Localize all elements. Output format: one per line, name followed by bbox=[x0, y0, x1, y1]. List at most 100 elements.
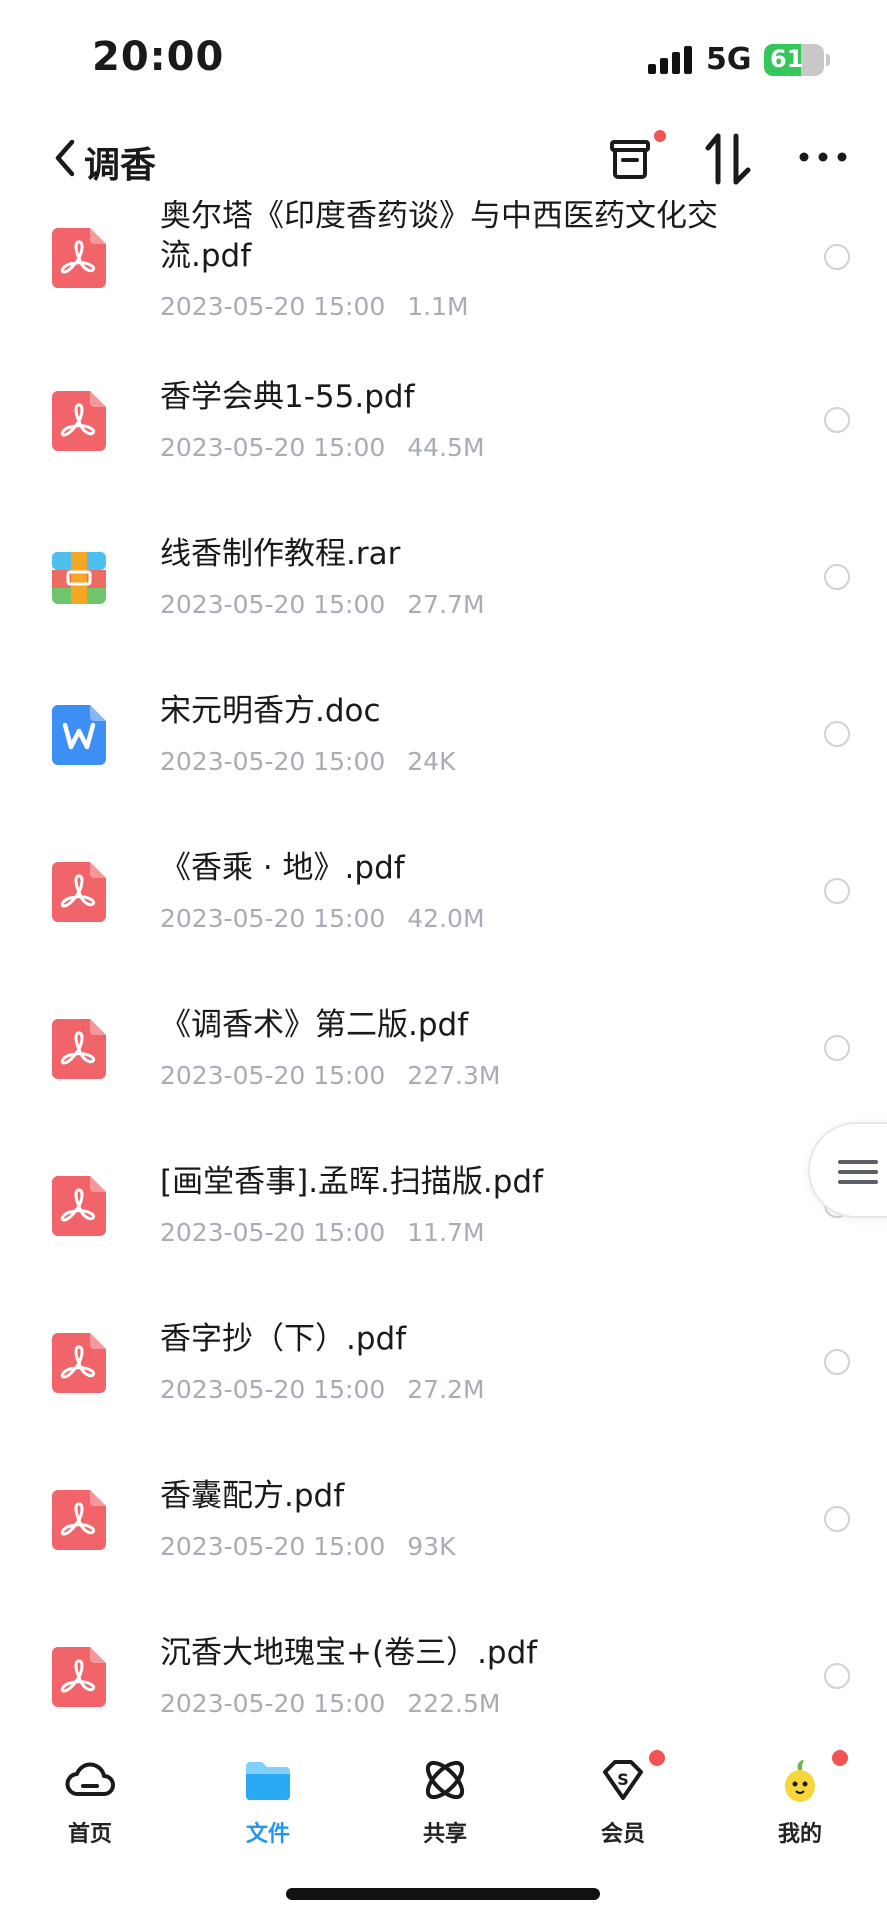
nav-label: 文件 bbox=[245, 1822, 290, 1847]
select-radio[interactable] bbox=[824, 1506, 850, 1532]
network-type: 5G bbox=[706, 42, 752, 77]
file-name: 宋元明香方.doc bbox=[160, 693, 381, 729]
file-name: 沉香大地瑰宝+(卷三）.pdf bbox=[160, 1635, 538, 1671]
file-name: 香字抄（下）.pdf bbox=[160, 1321, 407, 1357]
share-orbit-icon bbox=[425, 1760, 465, 1800]
file-size: 11.7M bbox=[407, 1218, 485, 1247]
file-size: 24K bbox=[407, 747, 456, 776]
pdf-file-icon bbox=[52, 862, 106, 922]
select-radio[interactable] bbox=[824, 878, 850, 904]
select-radio[interactable] bbox=[824, 244, 850, 270]
home-indicator bbox=[286, 1888, 600, 1900]
file-size: 222.5M bbox=[407, 1689, 501, 1718]
select-radio[interactable] bbox=[824, 1663, 850, 1689]
menu-line bbox=[838, 1160, 878, 1164]
pdf-file-icon bbox=[52, 391, 106, 451]
more-icon[interactable] bbox=[798, 150, 848, 164]
select-radio[interactable] bbox=[824, 407, 850, 433]
file-date: 2023-05-20 15:00 bbox=[160, 1375, 386, 1404]
select-radio[interactable] bbox=[824, 1035, 850, 1061]
file-name: [画堂香事].孟晖.扫描版.pdf bbox=[160, 1164, 544, 1200]
file-date: 2023-05-20 15:00 bbox=[160, 1532, 386, 1561]
cloud-icon bbox=[65, 1762, 115, 1796]
nav-badge bbox=[647, 1748, 667, 1768]
header-bar: 调香 bbox=[0, 120, 887, 200]
file-meta: 2023-05-20 15:00 11.7M bbox=[160, 1218, 485, 1247]
file-row[interactable]: 奥尔塔《印度香药谈》与中西医药文化交流.pdf 2023-05-20 15:00… bbox=[0, 200, 887, 353]
nav-item[interactable]: 共享 bbox=[385, 1740, 505, 1850]
pdf-file-icon bbox=[52, 1647, 106, 1707]
file-row[interactable]: 《香乘 · 地》.pdf 2023-05-20 15:00 42.0M bbox=[0, 832, 887, 989]
file-row[interactable]: 《调香术》第二版.pdf 2023-05-20 15:00 227.3M bbox=[0, 989, 887, 1146]
file-row[interactable]: 宋元明香方.doc 2023-05-20 15:00 24K bbox=[0, 675, 887, 832]
nav-item[interactable]: 文件 bbox=[208, 1740, 328, 1850]
file-row[interactable]: [画堂香事].孟晖.扫描版.pdf 2023-05-20 15:00 11.7M bbox=[0, 1146, 887, 1303]
bottom-nav: 首页 文件 共享 S 会员 我的 bbox=[0, 1730, 887, 1860]
nav-item[interactable]: S 会员 bbox=[563, 1740, 683, 1850]
select-radio[interactable] bbox=[824, 1349, 850, 1375]
pdf-file-icon bbox=[52, 228, 106, 288]
rar-file-icon bbox=[52, 552, 106, 604]
file-list: 奥尔塔《印度香药谈》与中西医药文化交流.pdf 2023-05-20 15:00… bbox=[0, 200, 887, 1730]
file-date: 2023-05-20 15:00 bbox=[160, 747, 386, 776]
file-name: 香囊配方.pdf bbox=[160, 1478, 345, 1514]
status-bar: 20:00 5G 61 bbox=[0, 0, 887, 110]
file-name: 香学会典1-55.pdf bbox=[160, 379, 415, 415]
nav-label: 会员 bbox=[600, 1822, 645, 1847]
pdf-file-icon bbox=[52, 1019, 106, 1079]
file-size: 93K bbox=[407, 1532, 456, 1561]
file-name: 《调香术》第二版.pdf bbox=[160, 1007, 469, 1043]
status-time: 20:00 bbox=[92, 34, 225, 80]
file-name: 《香乘 · 地》.pdf bbox=[160, 850, 405, 886]
file-date: 2023-05-20 15:00 bbox=[160, 433, 386, 462]
select-radio[interactable] bbox=[824, 721, 850, 747]
file-row[interactable]: 香字抄（下）.pdf 2023-05-20 15:00 27.2M bbox=[0, 1303, 887, 1460]
signal-icon bbox=[648, 46, 694, 74]
file-date: 2023-05-20 15:00 bbox=[160, 292, 386, 321]
pdf-file-icon bbox=[52, 1333, 106, 1393]
nav-item[interactable]: 首页 bbox=[30, 1740, 150, 1850]
file-meta: 2023-05-20 15:00 27.2M bbox=[160, 1375, 485, 1404]
file-row[interactable]: 线香制作教程.rar 2023-05-20 15:00 27.7M bbox=[0, 518, 887, 675]
file-date: 2023-05-20 15:00 bbox=[160, 1689, 386, 1718]
file-meta: 2023-05-20 15:00 222.5M bbox=[160, 1689, 500, 1718]
file-meta: 2023-05-20 15:00 27.7M bbox=[160, 590, 485, 619]
menu-line bbox=[838, 1180, 878, 1184]
nav-badge bbox=[830, 1748, 850, 1768]
avatar-icon bbox=[785, 1760, 815, 1802]
file-date: 2023-05-20 15:00 bbox=[160, 1061, 386, 1090]
file-size: 27.7M bbox=[407, 590, 485, 619]
battery-cap bbox=[826, 54, 830, 66]
nav-label: 首页 bbox=[67, 1822, 112, 1847]
file-meta: 2023-05-20 15:00 24K bbox=[160, 747, 456, 776]
file-date: 2023-05-20 15:00 bbox=[160, 1218, 386, 1247]
file-row[interactable]: 香囊配方.pdf 2023-05-20 15:00 93K bbox=[0, 1460, 887, 1617]
battery-percent: 61 bbox=[770, 45, 804, 73]
file-size: 42.0M bbox=[407, 904, 485, 933]
archive-badge bbox=[652, 128, 668, 144]
page-title: 调香 bbox=[84, 145, 157, 186]
select-radio[interactable] bbox=[824, 564, 850, 590]
file-name: 线香制作教程.rar bbox=[160, 536, 401, 572]
pdf-file-icon bbox=[52, 1176, 106, 1236]
vip-diamond-icon: S bbox=[603, 1760, 643, 1800]
sort-icon[interactable] bbox=[702, 130, 754, 188]
menu-line bbox=[838, 1170, 878, 1174]
file-size: 227.3M bbox=[407, 1061, 501, 1090]
file-name: 奥尔塔《印度香药谈》与中西医药文化交流.pdf bbox=[160, 200, 718, 274]
file-meta: 2023-05-20 15:00 1.1M bbox=[160, 292, 469, 321]
file-size: 27.2M bbox=[407, 1375, 485, 1404]
nav-item[interactable]: 我的 bbox=[740, 1740, 860, 1850]
file-row[interactable]: 沉香大地瑰宝+(卷三）.pdf 2023-05-20 15:00 222.5M bbox=[0, 1617, 887, 1730]
pdf-file-icon bbox=[52, 1490, 106, 1550]
file-date: 2023-05-20 15:00 bbox=[160, 904, 386, 933]
file-size: 44.5M bbox=[407, 433, 485, 462]
file-date: 2023-05-20 15:00 bbox=[160, 590, 386, 619]
file-browser-screen: 20:00 5G 61 调香 奥尔塔《印度香药谈》与中西医药文化交流.pdf 2… bbox=[0, 0, 887, 1920]
file-size: 1.1M bbox=[407, 292, 469, 321]
file-meta: 2023-05-20 15:00 42.0M bbox=[160, 904, 485, 933]
file-meta: 2023-05-20 15:00 44.5M bbox=[160, 433, 485, 462]
back-icon[interactable] bbox=[50, 136, 80, 180]
archive-icon[interactable] bbox=[608, 134, 658, 184]
file-row[interactable]: 香学会典1-55.pdf 2023-05-20 15:00 44.5M bbox=[0, 361, 887, 518]
